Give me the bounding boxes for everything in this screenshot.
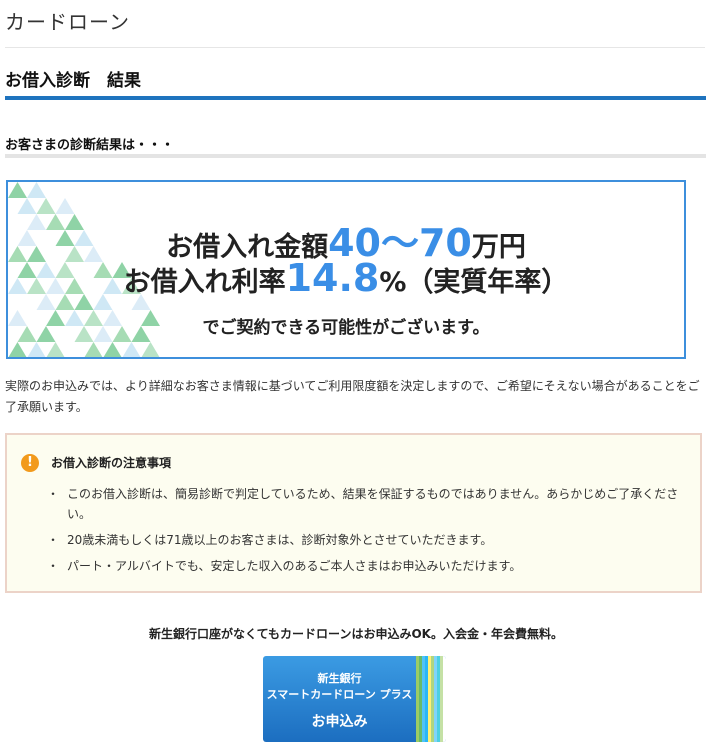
- stripe-decoration: [416, 656, 446, 742]
- page: カードローン お借入診断 結果 お客さまの診断結果は・・・ お借入れ金額40～7…: [0, 0, 712, 747]
- apply-button-label: お申込み: [311, 714, 368, 730]
- result-closing-text: でご契約できる可能性がございます。: [202, 318, 490, 338]
- notice-list: このお借入診断は、簡易診断で判定しているため、結果を保証するものではありません。…: [47, 484, 687, 582]
- exclamation-icon: !: [21, 454, 39, 472]
- apply-button[interactable]: 新生銀行 スマートカードローン プラス お申込み: [263, 656, 446, 742]
- rate-value: 14.8: [285, 256, 380, 300]
- explanation-text: 実際のお申込みでは、より詳細なお客さま情報に基づいてご利用限度額を決定しますので…: [5, 379, 700, 414]
- notice-item: このお借入診断は、簡易診断で判定しているため、結果を保証するものではありません。…: [47, 484, 687, 524]
- rate-label: お借入れ利率: [123, 267, 286, 298]
- app-title: カードローン: [5, 10, 130, 34]
- title-underline: [5, 96, 706, 100]
- promo-text: 新生銀行口座がなくてもカードローンはお申込みOK。入会金・年会費無料。: [149, 627, 563, 641]
- page-title: お借入診断 結果: [5, 71, 141, 91]
- notice-box: ! お借入診断の注意事項 このお借入診断は、簡易診断で判定しているため、結果を保…: [5, 433, 702, 593]
- apply-button-product: スマートカードローン プラス: [266, 688, 413, 701]
- apply-button-bank: 新生銀行: [317, 672, 362, 685]
- result-box: お借入れ金額40～70万円 お借入れ利率14.8%（実質年率） でご契約できる可…: [6, 180, 686, 359]
- notice-item: パート・アルバイトでも、安定した収入のあるご本人さまはお申込みいただけます。: [47, 556, 687, 576]
- header-divider: [5, 47, 705, 48]
- notice-title: お借入診断の注意事項: [51, 456, 172, 470]
- notice-item: 20歳未満もしくは71歳以上のお客さまは、診断対象外とさせていただきます。: [47, 530, 687, 550]
- stripe: [443, 656, 446, 742]
- result-subtitle: お客さまの診断結果は・・・: [5, 138, 175, 153]
- subtitle-underline: [5, 154, 706, 158]
- rate-unit: %（実質年率）: [379, 267, 569, 298]
- interest-rate-line: お借入れ利率14.8%（実質年率）: [8, 256, 684, 300]
